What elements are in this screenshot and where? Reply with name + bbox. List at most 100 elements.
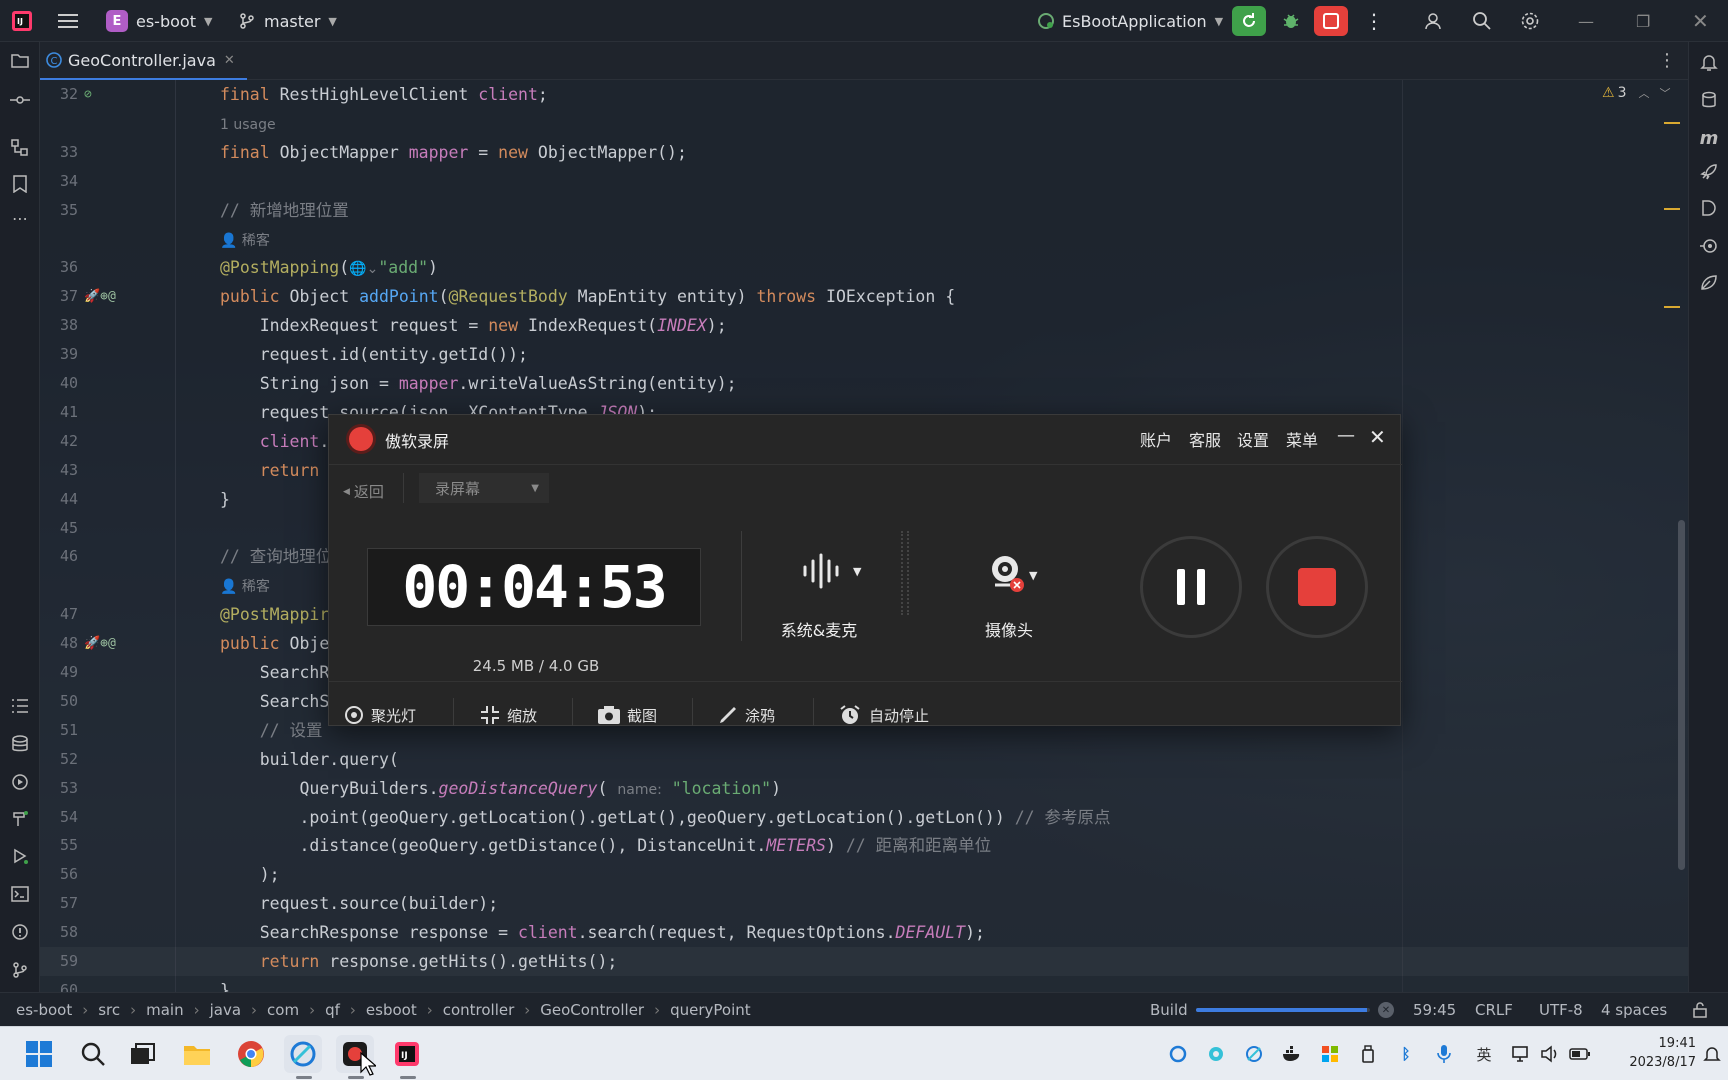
restore-icon[interactable]: ❐ — [1636, 0, 1650, 42]
search-icon[interactable] — [74, 1035, 112, 1073]
notification-center-icon[interactable] — [1700, 1042, 1724, 1066]
code-line[interactable]: 54 .point(geoQuery.getLocation().getLat(… — [40, 803, 1688, 832]
pause-button[interactable] — [1140, 536, 1242, 638]
services-icon[interactable] — [8, 770, 32, 794]
usb-drive-icon[interactable] — [1356, 1042, 1380, 1066]
terminal-icon[interactable] — [8, 882, 32, 906]
endpoint-gutter-icon[interactable]: 🚀⊕@ — [84, 629, 116, 658]
screenshot-tool[interactable]: 截图 — [597, 700, 657, 730]
chevron-up-icon[interactable]: ︿ — [1638, 85, 1649, 101]
microphone-icon[interactable] — [1432, 1042, 1456, 1066]
menu-support[interactable]: 客服 — [1189, 427, 1221, 451]
network-icon[interactable] — [1510, 1042, 1534, 1066]
rerun-button[interactable] — [1232, 6, 1266, 36]
code-line[interactable]: 35 // 新增地理位置 — [40, 196, 1688, 225]
indent-setting[interactable]: 4 spaces — [1601, 993, 1667, 1027]
search-icon[interactable] — [1472, 0, 1492, 42]
breadcrumb-item[interactable]: es-boot — [16, 1001, 72, 1019]
database-panel-icon[interactable] — [1697, 88, 1721, 112]
stop-recording-button[interactable] — [1266, 536, 1368, 638]
ime-indicator[interactable]: 英 — [1472, 1042, 1496, 1066]
breadcrumb-item[interactable]: queryPoint — [670, 1001, 751, 1019]
menu-account[interactable]: 账户 — [1140, 427, 1172, 451]
code-line[interactable]: 59 return response.getHits().getHits(); — [40, 947, 1688, 976]
code-line[interactable]: 34 — [40, 167, 1688, 196]
minimize-icon[interactable]: — — [1578, 0, 1594, 42]
d-plugin-icon[interactable] — [1697, 196, 1721, 220]
endpoint-gutter-icon[interactable]: 🚀⊕@ — [84, 282, 116, 311]
code-line[interactable]: 36 @PostMapping(🌐⌄"add") — [40, 253, 1688, 282]
chevron-down-icon[interactable]: ﹀ — [1659, 85, 1670, 101]
mode-select[interactable]: 录屏幕 ▼ — [419, 473, 549, 503]
doodle-tool[interactable]: 涂鸦 — [717, 700, 775, 730]
project-folder-icon[interactable] — [8, 48, 32, 72]
build-hammer-icon[interactable] — [8, 806, 32, 830]
chrome-icon[interactable] — [232, 1035, 270, 1073]
breadcrumb-item[interactable]: GeoController — [540, 1001, 644, 1019]
minimize-icon[interactable]: — — [1337, 425, 1355, 446]
maven-icon[interactable]: m — [1697, 126, 1721, 150]
audio-source-button[interactable]: ▼ — [799, 553, 861, 589]
more-tools-icon[interactable]: ⋯ — [8, 206, 32, 230]
inlay-hint[interactable]: 👤 稀客 — [220, 579, 270, 595]
editor-scrollbar[interactable] — [1678, 520, 1685, 870]
auto-stop-tool[interactable]: 自动停止 — [839, 700, 929, 730]
code-line[interactable]: 33 final ObjectMapper mapper = new Object… — [40, 138, 1688, 167]
bluetooth-icon[interactable]: ᛒ — [1394, 1042, 1418, 1066]
breadcrumb-item[interactable]: esboot — [366, 1001, 417, 1019]
rocket-icon[interactable] — [1697, 160, 1721, 184]
branch-switcher[interactable]: master ▼ — [238, 0, 337, 42]
todo-list-icon[interactable] — [8, 694, 32, 718]
notifications-bell-icon[interactable] — [1697, 50, 1721, 74]
project-switcher[interactable]: E es-boot ▼ — [106, 0, 212, 42]
clock[interactable]: 19:41 2023/8/17 — [1600, 1034, 1696, 1072]
code-line[interactable]: 56 ); — [40, 860, 1688, 889]
docker-icon[interactable] — [1280, 1042, 1304, 1066]
code-line[interactable]: 52 builder.query( — [40, 745, 1688, 774]
more-actions-icon[interactable]: ⋮ — [1364, 0, 1384, 42]
run-tool-icon[interactable] — [8, 844, 32, 868]
code-line[interactable]: 53 QueryBuilders.geoDistanceQuery( name:… — [40, 774, 1688, 803]
inlay-hint[interactable]: 👤 稀客 — [220, 233, 270, 249]
warning-marker[interactable] — [1664, 208, 1680, 210]
close-tab-icon[interactable]: ✕ — [224, 53, 235, 68]
zoom-tool[interactable]: 缩放 — [479, 700, 537, 730]
code-line[interactable]: 39 request.id(entity.getId()); — [40, 340, 1688, 369]
edge-sync-icon[interactable] — [1166, 1042, 1190, 1066]
code-line[interactable]: 38 IndexRequest request = new IndexReque… — [40, 311, 1688, 340]
main-menu-icon[interactable] — [58, 0, 80, 42]
menu-settings[interactable]: 设置 — [1237, 427, 1269, 451]
chat-tray-icon[interactable] — [1242, 1042, 1266, 1066]
endpoints-icon[interactable] — [1697, 234, 1721, 258]
tab-options-icon[interactable]: ⋮ — [1658, 50, 1676, 71]
code-line[interactable]: 55 .distance(geoQuery.getDistance(), Dis… — [40, 831, 1688, 860]
run-config-selector[interactable]: EsBootApplication ▼ — [1036, 0, 1223, 42]
close-icon[interactable]: ✕ — [1369, 425, 1386, 449]
file-explorer-icon[interactable] — [178, 1035, 216, 1073]
bookmarks-icon[interactable] — [8, 172, 32, 196]
volume-icon[interactable] — [1538, 1042, 1562, 1066]
breadcrumb-item[interactable]: com — [267, 1001, 299, 1019]
database-icon[interactable] — [8, 732, 32, 756]
account-icon[interactable] — [1424, 0, 1444, 42]
code-line[interactable]: 32 final RestHighLevelClient client; ⊘ — [40, 80, 1688, 109]
code-line[interactable]: 37 public Object addPoint(@RequestBody Ma… — [40, 282, 1688, 311]
menu-main[interactable]: 菜单 — [1286, 427, 1318, 451]
windows-start-icon[interactable] — [20, 1035, 58, 1073]
inlay-hint-row[interactable]: 1 usage — [40, 109, 1688, 138]
inlay-hint-row[interactable]: 👤 稀客 — [40, 225, 1688, 254]
close-icon[interactable]: ✕ — [1692, 0, 1709, 42]
warning-marker[interactable] — [1664, 306, 1680, 308]
breadcrumb-item[interactable]: main — [146, 1001, 183, 1019]
battery-icon[interactable] — [1568, 1042, 1592, 1066]
intellij-taskbar-icon[interactable]: IJ — [388, 1035, 426, 1073]
warnings-indicator[interactable]: ⚠ 3 ︿ ﹀ — [1602, 85, 1670, 101]
chat-app-icon[interactable] — [284, 1035, 322, 1073]
inlay-hint[interactable]: 1 usage — [220, 117, 276, 133]
app-grid-icon[interactable] — [1318, 1042, 1342, 1066]
leaf-icon[interactable] — [1697, 270, 1721, 294]
stop-button[interactable] — [1314, 6, 1348, 36]
caret-position[interactable]: 59:45 — [1413, 993, 1456, 1027]
spotlight-tool[interactable]: 聚光灯 — [343, 700, 416, 730]
git-icon[interactable] — [8, 958, 32, 982]
